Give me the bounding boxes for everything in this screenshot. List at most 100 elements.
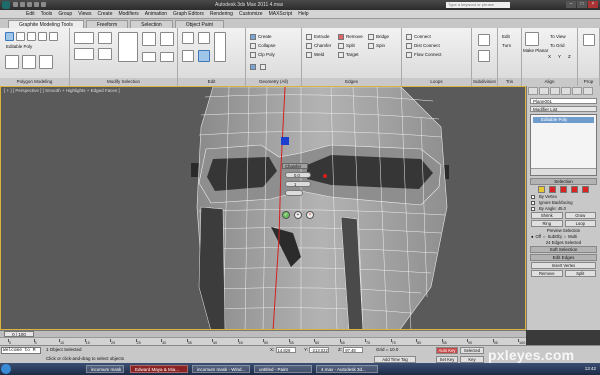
shrink-selection-icon[interactable] xyxy=(74,48,94,60)
maxscript-listener[interactable]: Welcome to M xyxy=(1,347,41,354)
connect-button[interactable]: Connect xyxy=(414,34,431,39)
display-tab-icon[interactable] xyxy=(572,87,582,95)
to-view-button[interactable]: To View xyxy=(550,34,566,39)
shrink-loop-icon[interactable] xyxy=(160,52,174,62)
loop-tools-icon[interactable] xyxy=(118,32,138,62)
meshsmooth-icon[interactable] xyxy=(478,34,490,46)
ok-icon[interactable]: ✓ xyxy=(282,211,290,219)
taskbar-item[interactable]: incomum mask - Wind... xyxy=(192,365,250,373)
detach-icon[interactable] xyxy=(250,64,256,70)
preview-subobj-radio[interactable]: ○ xyxy=(543,234,546,239)
show-end-result-icon[interactable] xyxy=(22,55,36,69)
tessellate-icon[interactable] xyxy=(478,50,490,62)
panel-label[interactable]: Edit xyxy=(178,78,245,86)
loop-button[interactable]: Loop xyxy=(564,220,596,227)
split-button[interactable]: Split xyxy=(346,43,355,48)
weld-button[interactable]: Weld xyxy=(314,52,324,57)
grow-button[interactable]: Grow xyxy=(564,212,596,219)
ignore-backfacing-checkbox[interactable] xyxy=(531,200,535,205)
edge-mode-icon[interactable] xyxy=(16,32,25,41)
bridge-button[interactable]: Bridge xyxy=(376,34,389,39)
ring-selection-icon[interactable] xyxy=(98,48,112,60)
menu-views[interactable]: Views xyxy=(78,11,91,17)
remove-button[interactable]: Remove xyxy=(346,34,363,39)
close-icon[interactable]: × xyxy=(588,1,598,8)
selection-rollout[interactable]: Selection xyxy=(530,178,597,185)
tab-selection[interactable]: Selection xyxy=(130,20,173,28)
tab-graphite-modeling-tools[interactable]: Graphite Modeling Tools xyxy=(8,20,84,28)
loop-selection-icon[interactable] xyxy=(98,32,112,44)
start-button-icon[interactable] xyxy=(1,364,11,374)
by-angle-checkbox[interactable] xyxy=(531,206,535,211)
edit-tris-button[interactable]: Edit xyxy=(502,34,510,39)
y-coordinate[interactable]: Y: -213.022 xyxy=(304,347,330,353)
utilities-tab-icon[interactable] xyxy=(583,87,593,95)
collapse-stack-icon[interactable] xyxy=(39,55,53,69)
x-coordinate[interactable]: X: 14.829 xyxy=(270,347,296,353)
undo-icon[interactable] xyxy=(34,2,39,7)
quickslice-icon[interactable] xyxy=(198,32,210,44)
create-tab-icon[interactable] xyxy=(528,87,538,95)
by-vertex-row[interactable]: By Vertex xyxy=(531,194,596,199)
spin-button[interactable]: Spin xyxy=(376,43,385,48)
make-planar-icon[interactable] xyxy=(525,32,539,46)
new-icon[interactable] xyxy=(13,2,18,7)
tab-freeform[interactable]: Freeform xyxy=(85,20,129,28)
taskbar-item[interactable]: 4.max - Autodesk 3d... xyxy=(316,365,378,373)
y-coordinate-field[interactable]: -213.022 xyxy=(309,347,330,353)
target-button[interactable]: Target xyxy=(346,52,359,57)
key-filters-button[interactable]: Key Filters... xyxy=(460,356,484,368)
ring-mode-icon[interactable] xyxy=(142,32,156,46)
menu-maxscript[interactable]: MAXScript xyxy=(269,11,293,17)
shrink-button[interactable]: Shrink xyxy=(531,212,563,219)
menu-modifiers[interactable]: Modifiers xyxy=(118,11,138,17)
menu-customize[interactable]: Customize xyxy=(239,11,263,17)
motion-tab-icon[interactable] xyxy=(561,87,571,95)
menu-rendering[interactable]: Rendering xyxy=(210,11,233,17)
apply-icon[interactable]: + xyxy=(294,211,302,219)
by-vertex-checkbox[interactable] xyxy=(531,194,535,199)
redo-icon[interactable] xyxy=(41,2,46,7)
preserve-uvs-icon[interactable] xyxy=(214,32,226,62)
menu-help[interactable]: Help xyxy=(298,11,308,17)
taskbar-item[interactable]: untitled - Paint xyxy=(254,365,312,373)
preview-off-radio[interactable]: ● xyxy=(531,234,534,239)
panel-label[interactable]: Polygon Modeling xyxy=(0,78,69,86)
attach-icon[interactable] xyxy=(260,64,266,70)
maximize-icon[interactable]: □ xyxy=(577,1,587,8)
extrude-button[interactable]: Extrude xyxy=(314,34,330,39)
repeat-last-icon[interactable] xyxy=(182,32,194,44)
collapse-button[interactable]: Collapse xyxy=(258,43,276,48)
z-coordinate[interactable]: Z: 97.48 xyxy=(338,347,364,353)
minimize-icon[interactable]: – xyxy=(566,1,576,8)
loop-mode-icon[interactable] xyxy=(160,32,174,46)
set-key-button[interactable]: Set Key xyxy=(436,356,458,363)
flow-connect-button[interactable]: Flow Connect xyxy=(414,52,442,57)
menu-tools[interactable]: Tools xyxy=(41,11,53,17)
taskbar-item[interactable]: incomum mask xyxy=(86,365,124,373)
edge-select-icon[interactable] xyxy=(549,186,556,193)
trackbar[interactable]: 0 5 10 15 20 25 30 35 40 45 50 55 60 65 70 75 80 85 90 95 10… xyxy=(0,337,526,345)
app-logo-icon[interactable] xyxy=(2,1,10,9)
create-button[interactable]: Create xyxy=(258,34,272,39)
dist-connect-button[interactable]: Dist Connect xyxy=(414,43,440,48)
cancel-icon[interactable]: × xyxy=(306,211,314,219)
panel-label[interactable]: Subdivision xyxy=(472,78,497,86)
modify-tab-icon[interactable] xyxy=(539,87,549,95)
panel-label[interactable]: Tris xyxy=(498,78,521,86)
turn-button[interactable]: Turn xyxy=(502,43,511,48)
stack-toolbar[interactable] xyxy=(531,168,596,175)
mask-mesh[interactable] xyxy=(1,87,526,330)
tab-object-paint[interactable]: Object Paint xyxy=(174,20,224,28)
menu-edit[interactable]: Edit xyxy=(26,11,35,17)
auto-key-button[interactable]: Auto Key xyxy=(436,347,458,354)
border-select-icon[interactable] xyxy=(560,186,567,193)
polygon-select-icon[interactable] xyxy=(571,186,578,193)
z-coordinate-field[interactable]: 97.48 xyxy=(343,347,364,353)
grow-loop-icon[interactable] xyxy=(142,52,156,62)
panel-label[interactable]: Align xyxy=(522,78,577,86)
border-mode-icon[interactable] xyxy=(27,32,36,41)
vertex-mode-icon[interactable] xyxy=(5,32,14,41)
menu-animation[interactable]: Animation xyxy=(145,11,167,17)
stack-item-editable-poly[interactable]: Editable Poly xyxy=(533,117,594,123)
